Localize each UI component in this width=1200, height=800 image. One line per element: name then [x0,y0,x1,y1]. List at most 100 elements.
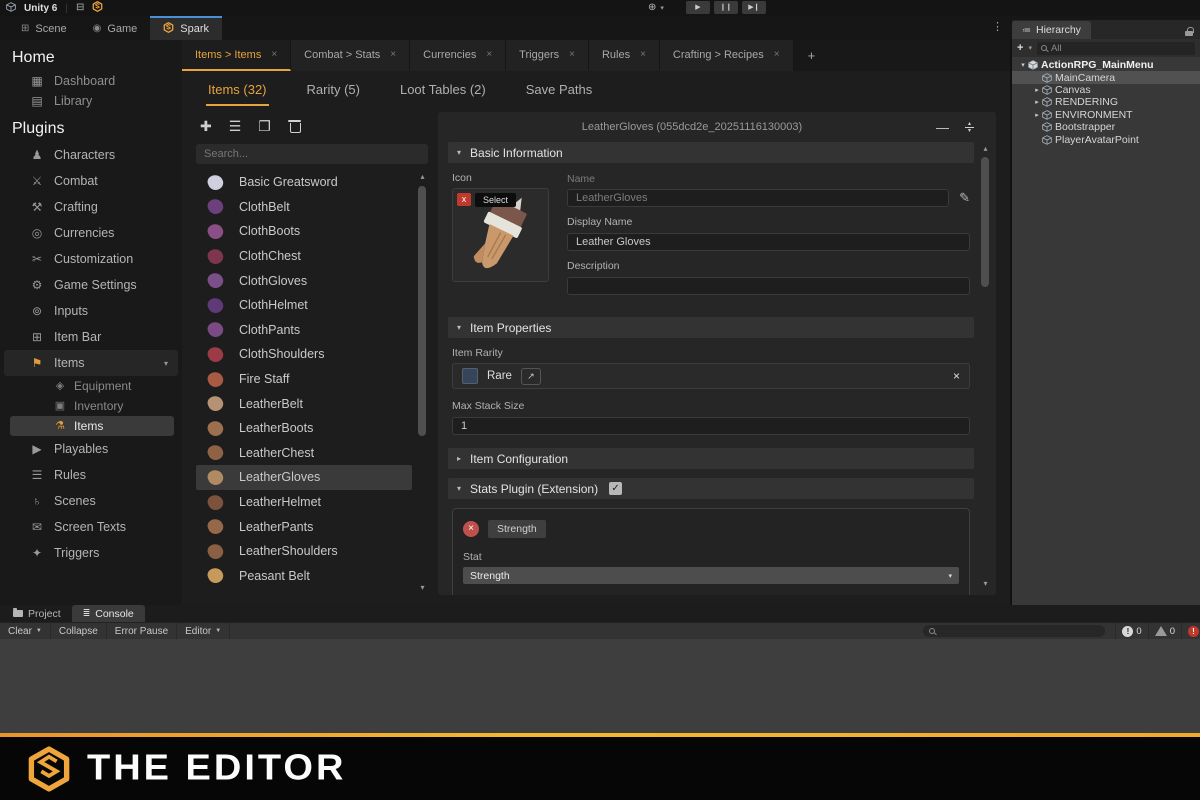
list-scrollbar[interactable]: ▴ ▾ [417,172,428,593]
duplicate-icon[interactable]: ❐ [258,119,271,133]
new-tab-button[interactable]: + [794,40,830,71]
more-options-icon[interactable]: ⋮ [992,20,1003,33]
doc-tab-crafting-recipes[interactable]: Crafting > Recipes× [660,40,794,71]
sub-tab-save-paths[interactable]: Save Paths [524,73,595,106]
scroll-down-icon[interactable]: ▾ [980,579,991,589]
add-gameobject-button[interactable]: + [1017,42,1023,54]
max-stack-input[interactable] [452,417,970,435]
doc-tab-items-items[interactable]: Items > Items× [182,40,291,71]
close-icon[interactable]: × [640,49,646,60]
view-tab-game[interactable]: ◉Game [80,16,151,40]
scroll-up-icon[interactable]: ▴ [417,172,428,182]
item-row-fire-staff[interactable]: Fire Staff [196,367,412,392]
display-name-input[interactable] [567,233,970,251]
section-item-configuration[interactable]: ▸ Item Configuration [448,448,974,469]
hierarchy-node-maincamera[interactable]: MainCamera [1012,71,1200,83]
sidebar-item-crafting[interactable]: ⚒Crafting [4,194,178,220]
expand-caret-icon[interactable]: ▸ [1032,111,1042,119]
item-row-clothhelmet[interactable]: ClothHelmet [196,293,412,318]
close-icon[interactable]: × [271,49,277,60]
sidebar-subitem-items[interactable]: ⚗Items [10,416,174,436]
sub-tab-items-32[interactable]: Items (32) [206,73,269,106]
sub-tab-rarity-5[interactable]: Rarity (5) [305,73,362,106]
scrollbar-thumb[interactable] [418,186,426,436]
item-row-clothchest[interactable]: ClothChest [196,244,412,269]
hierarchy-node-canvas[interactable]: ▸Canvas [1012,84,1200,96]
hierarchy-node-actionrpg-mainmenu[interactable]: ▾ActionRPG_MainMenu [1012,59,1200,71]
sidebar-item-items[interactable]: ⚑Items▾ [4,350,178,376]
item-row-leatherpants[interactable]: LeatherPants [196,514,412,539]
pause-button[interactable]: ❙❙ [714,1,738,14]
sidebar-item-library[interactable]: ▤Library [4,91,178,111]
name-input[interactable] [567,189,949,207]
account-services-icon[interactable]: ⊕ [648,2,656,13]
item-row-leathergloves[interactable]: LeatherGloves [196,465,412,490]
sidebar-item-characters[interactable]: ♟Characters [4,142,178,168]
close-icon[interactable]: × [569,49,575,60]
sidebar-item-scenes[interactable]: ♄Scenes [4,488,178,514]
sidebar-item-inputs[interactable]: ⊚Inputs [4,298,178,324]
stat-select[interactable]: Strength ▾ [463,567,959,584]
sidebar-item-rules[interactable]: ☰Rules [4,462,178,488]
console-button-editor[interactable]: Editor▼ [177,623,230,639]
sidebar-item-dashboard[interactable]: ▦Dashboard [4,71,178,91]
chevron-down-icon[interactable]: ▾ [660,4,664,12]
sidebar-item-game-settings[interactable]: ⚙Game Settings [4,272,178,298]
sidebar-item-currencies[interactable]: ◎Currencies [4,220,178,246]
hierarchy-node-environment[interactable]: ▸ENVIRONMENT [1012,109,1200,121]
hierarchy-node-playeravatarpoint[interactable]: PlayerAvatarPoint [1012,133,1200,145]
hierarchy-search-input[interactable] [1051,43,1191,54]
item-row-leatherbelt[interactable]: LeatherBelt [196,391,412,416]
doc-tab-rules[interactable]: Rules× [589,40,660,71]
console-button-error-pause[interactable]: Error Pause [107,623,177,639]
clear-rarity-icon[interactable]: × [953,369,960,383]
splitter-resize-icon[interactable]: ▴▾ [965,122,974,133]
chevron-down-icon[interactable]: ▾ [1028,44,1032,52]
new-item-icon[interactable]: ✚ [200,119,212,133]
icon-preview[interactable]: x Select [452,188,549,282]
section-item-properties[interactable]: ▾ Item Properties [448,317,974,338]
item-row-leathershoulders[interactable]: LeatherShoulders [196,539,412,564]
doc-tab-currencies[interactable]: Currencies× [410,40,506,71]
sidebar-subitem-equipment[interactable]: ◈Equipment [10,376,174,396]
collapse-caret-icon[interactable]: ▾ [1018,61,1028,69]
item-row-leatherhelmet[interactable]: LeatherHelmet [196,490,412,515]
hierarchy-node-bootstrapper[interactable]: Bootstrapper [1012,121,1200,133]
item-row-clothboots[interactable]: ClothBoots [196,219,412,244]
doc-tab-combat-stats[interactable]: Combat > Stats× [291,40,410,71]
sub-tab-loot-tables-2[interactable]: Loot Tables (2) [398,73,488,106]
minimize-icon[interactable]: — [936,120,949,135]
open-rarity-icon[interactable]: ↗ [521,368,541,385]
window-layout-icon[interactable]: ⊟ [76,3,84,13]
step-button[interactable]: ▶❙ [742,1,766,14]
detail-scrollbar[interactable]: ▴ ▾ [980,144,991,589]
item-row-leatherboots[interactable]: LeatherBoots [196,416,412,441]
select-icon-button[interactable]: Select [475,193,516,207]
item-row-peasant-belt[interactable]: Peasant Belt [196,564,412,589]
view-tab-spark[interactable]: Spark [150,16,222,40]
delete-icon[interactable] [288,119,301,133]
hierarchy-search[interactable] [1037,42,1195,55]
sidebar-subitem-inventory[interactable]: ▣Inventory [10,396,174,416]
scrollbar-thumb[interactable] [981,157,989,287]
spark-plugin-icon[interactable] [92,0,103,17]
search-input[interactable] [196,144,428,164]
expand-caret-icon[interactable]: ▸ [1032,98,1042,106]
sidebar-item-customization[interactable]: ✂Customization [4,246,178,272]
console-search[interactable] [923,625,1105,637]
item-row-clothshoulders[interactable]: ClothShoulders [196,342,412,367]
play-button[interactable]: ▶ [686,1,710,14]
sidebar-item-triggers[interactable]: ✦Triggers [4,540,178,566]
remove-stat-icon[interactable]: × [463,521,479,537]
tab-project[interactable]: Project [2,605,72,622]
view-tab-scene[interactable]: ⊞Scene [8,16,80,40]
stats-plugin-checkbox[interactable]: ✓ [609,482,622,495]
console-button-collapse[interactable]: Collapse [51,623,107,639]
doc-tab-triggers[interactable]: Triggers× [506,40,589,71]
section-basic-information[interactable]: ▾ Basic Information [448,142,974,163]
close-icon[interactable]: × [486,49,492,60]
info-count-badge[interactable]: !0 [1115,623,1147,639]
item-row-basic-greatsword[interactable]: Basic Greatsword [196,170,412,195]
description-input[interactable] [567,277,970,295]
edit-name-icon[interactable]: ✎ [959,190,970,206]
